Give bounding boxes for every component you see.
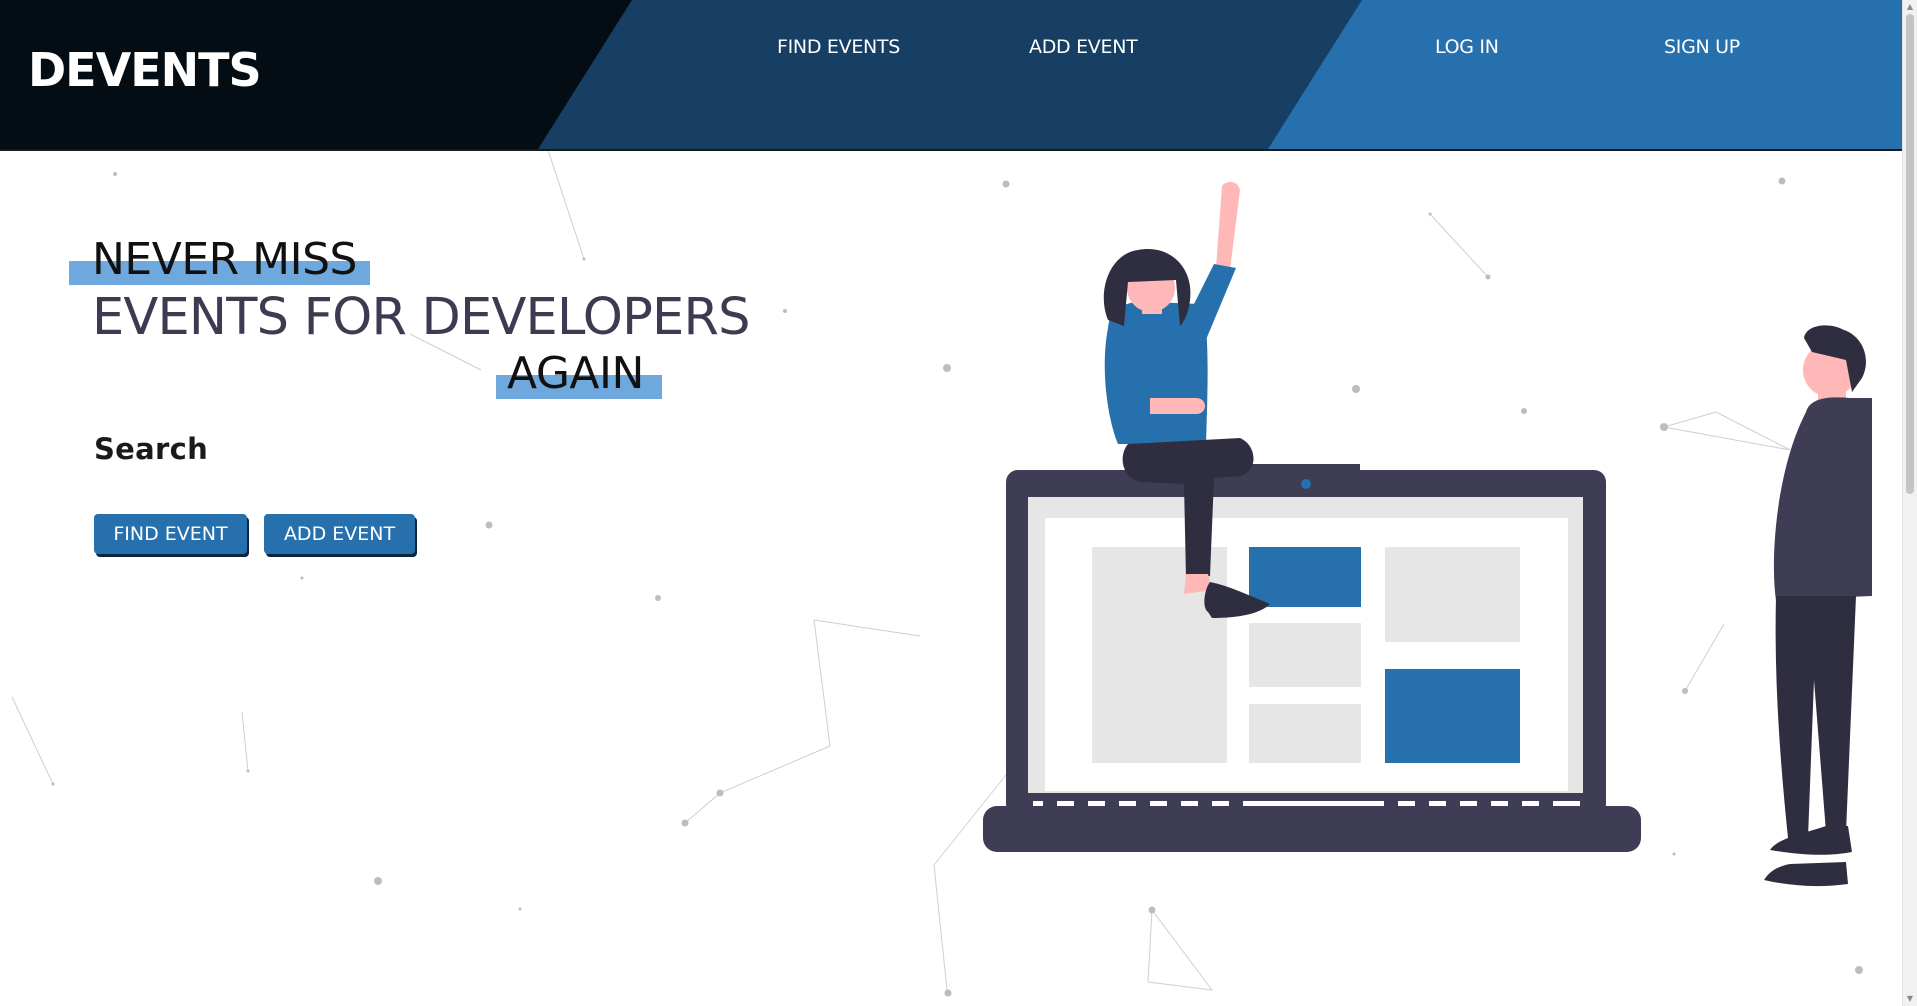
chevron-down-icon[interactable]: ▼ — [1903, 993, 1917, 1005]
hero-illustration — [983, 181, 1872, 887]
chevron-up-icon[interactable]: ▲ — [1903, 1, 1917, 13]
laptop-illustration — [983, 464, 1641, 852]
page: DEVENTS FIND EVENTS ADD EVENT LOG IN SIG… — [0, 0, 1917, 1006]
man-illustration — [1764, 325, 1872, 887]
scrollbar-thumb[interactable] — [1906, 14, 1914, 494]
vertical-scrollbar[interactable]: ▲ ▼ — [1902, 0, 1917, 1006]
